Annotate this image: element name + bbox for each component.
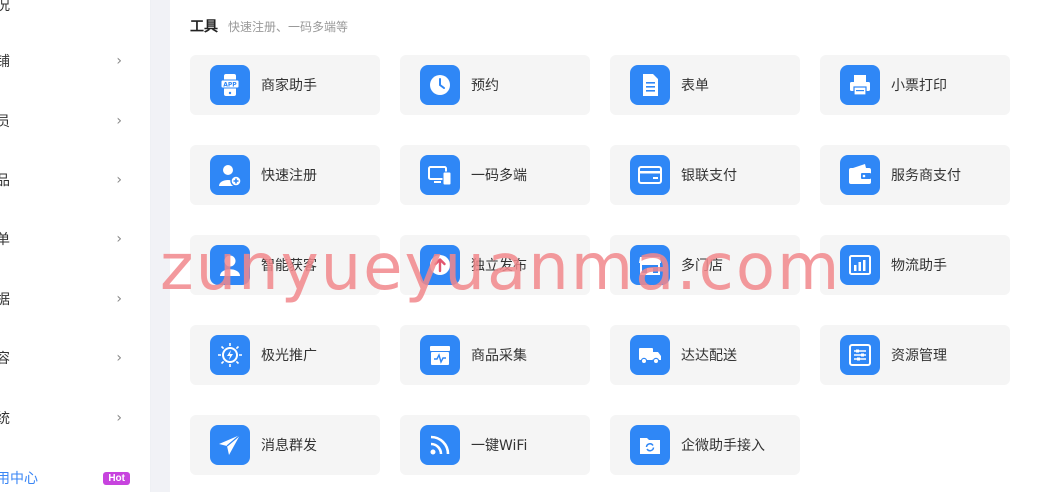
tool-card-label: 企微助手接入 (681, 438, 765, 454)
hot-badge: Hot (103, 471, 130, 485)
sidebar-item-label: 员 (0, 114, 10, 130)
section-title: 工具 (190, 19, 218, 35)
tool-card-smart-acquire[interactable]: 智能获客 (190, 235, 380, 295)
tool-card-resource-mgmt[interactable]: 资源管理 (820, 325, 1010, 385)
tools-panel: 工具 快速注册、一码多端等 APP 商家助手 预约 表单 小票打印 快速注册 一… (170, 0, 1046, 492)
sidebar: 况 铺 › 员 › 品 › 单 › 据 › 容 › 统 › 用中心 Hot (0, 0, 151, 492)
tool-card-label: 服务商支付 (891, 168, 961, 184)
chevron-right-icon: › (116, 410, 122, 426)
paper-plane-icon (210, 425, 250, 465)
tool-card-label: 预约 (471, 78, 499, 94)
upload-icon (420, 245, 460, 285)
wallet-icon (840, 155, 880, 195)
chevron-right-icon: › (116, 231, 122, 247)
clock-icon (420, 65, 460, 105)
collect-box-icon (420, 335, 460, 375)
tool-card-goods-collect[interactable]: 商品采集 (400, 325, 590, 385)
lightning-icon (210, 335, 250, 375)
app-phone-icon: APP (210, 65, 250, 105)
tool-card-one-click-wifi[interactable]: 一键WiFi (400, 415, 590, 475)
sidebar-item-app-center[interactable]: 用中心 Hot (0, 463, 150, 493)
tool-card-aurora-promo[interactable]: 极光推广 (190, 325, 380, 385)
sidebar-item-label: 容 (0, 351, 10, 367)
svg-text:APP: APP (223, 82, 237, 89)
logistics-chart-icon (840, 245, 880, 285)
chevron-right-icon: › (116, 172, 122, 188)
tool-card-independent-publish[interactable]: 独立发布 (400, 235, 590, 295)
sidebar-item-label: 铺 (0, 54, 10, 70)
tool-card-logistics[interactable]: 物流助手 (820, 235, 1010, 295)
tool-card-label: 物流助手 (891, 258, 947, 274)
tool-card-label: 一码多端 (471, 168, 527, 184)
bank-card-icon (630, 155, 670, 195)
folder-sync-icon (630, 425, 670, 465)
wifi-icon (420, 425, 460, 465)
sidebar-item-label: 据 (0, 292, 10, 308)
tool-card-label: 资源管理 (891, 348, 947, 364)
tool-card-label: 消息群发 (261, 438, 317, 454)
sidebar-item-goods[interactable]: 品 › (0, 165, 150, 195)
sidebar-item-system[interactable]: 统 › (0, 403, 150, 433)
sidebar-item-label: 况 (0, 0, 10, 14)
chevron-right-icon: › (116, 53, 122, 69)
tool-card-label: 一键WiFi (471, 438, 528, 454)
sidebar-item-data[interactable]: 据 › (0, 284, 150, 314)
tool-card-unionpay[interactable]: 银联支付 (610, 145, 800, 205)
tool-card-dada-delivery[interactable]: 达达配送 (610, 325, 800, 385)
tool-card-label: 表单 (681, 78, 709, 94)
sidebar-item-content[interactable]: 容 › (0, 343, 150, 373)
tool-card-quick-register[interactable]: 快速注册 (190, 145, 380, 205)
tool-card-label: 多门店 (681, 258, 723, 274)
form-document-icon (630, 65, 670, 105)
tool-card-label: 极光推广 (261, 348, 317, 364)
sidebar-item-label: 单 (0, 232, 10, 248)
tool-card-label: 达达配送 (681, 348, 737, 364)
tool-card-merchant-assistant[interactable]: APP 商家助手 (190, 55, 380, 115)
sidebar-item-shop[interactable]: 铺 › (0, 46, 150, 76)
sidebar-item-label: 统 (0, 411, 10, 427)
tool-card-label: 快速注册 (261, 168, 317, 184)
user-icon (210, 245, 250, 285)
delivery-truck-icon (630, 335, 670, 375)
sidebar-item-label: 用中心 (0, 471, 38, 487)
sidebar-item-member[interactable]: 员 › (0, 106, 150, 136)
tool-card-appointment[interactable]: 预约 (400, 55, 590, 115)
printer-icon (840, 65, 880, 105)
tool-card-label: 银联支付 (681, 168, 737, 184)
user-add-icon (210, 155, 250, 195)
tool-card-wecom-assistant[interactable]: 企微助手接入 (610, 415, 800, 475)
tool-card-multi-device[interactable]: 一码多端 (400, 145, 590, 205)
sidebar-item-overview[interactable]: 况 (0, 0, 150, 20)
sidebar-item-label: 品 (0, 173, 10, 189)
chevron-right-icon: › (116, 113, 122, 129)
tool-card-label: 智能获客 (261, 258, 317, 274)
tool-card-label: 独立发布 (471, 258, 527, 274)
chevron-right-icon: › (116, 350, 122, 366)
tool-card-receipt-print[interactable]: 小票打印 (820, 55, 1010, 115)
tool-card-label: 商家助手 (261, 78, 317, 94)
tool-card-multi-store[interactable]: 多门店 (610, 235, 800, 295)
section-subtitle: 快速注册、一码多端等 (228, 20, 349, 34)
store-icon (630, 245, 670, 285)
tool-card-broadcast[interactable]: 消息群发 (190, 415, 380, 475)
content-gutter (151, 0, 170, 492)
sidebar-item-orders[interactable]: 单 › (0, 224, 150, 254)
section-header: 工具 快速注册、一码多端等 (190, 16, 348, 36)
chevron-right-icon: › (116, 291, 122, 307)
multi-device-icon (420, 155, 460, 195)
tool-card-form[interactable]: 表单 (610, 55, 800, 115)
tool-card-provider-pay[interactable]: 服务商支付 (820, 145, 1010, 205)
tool-card-label: 商品采集 (471, 348, 527, 364)
tool-card-label: 小票打印 (891, 78, 947, 94)
sliders-icon (840, 335, 880, 375)
